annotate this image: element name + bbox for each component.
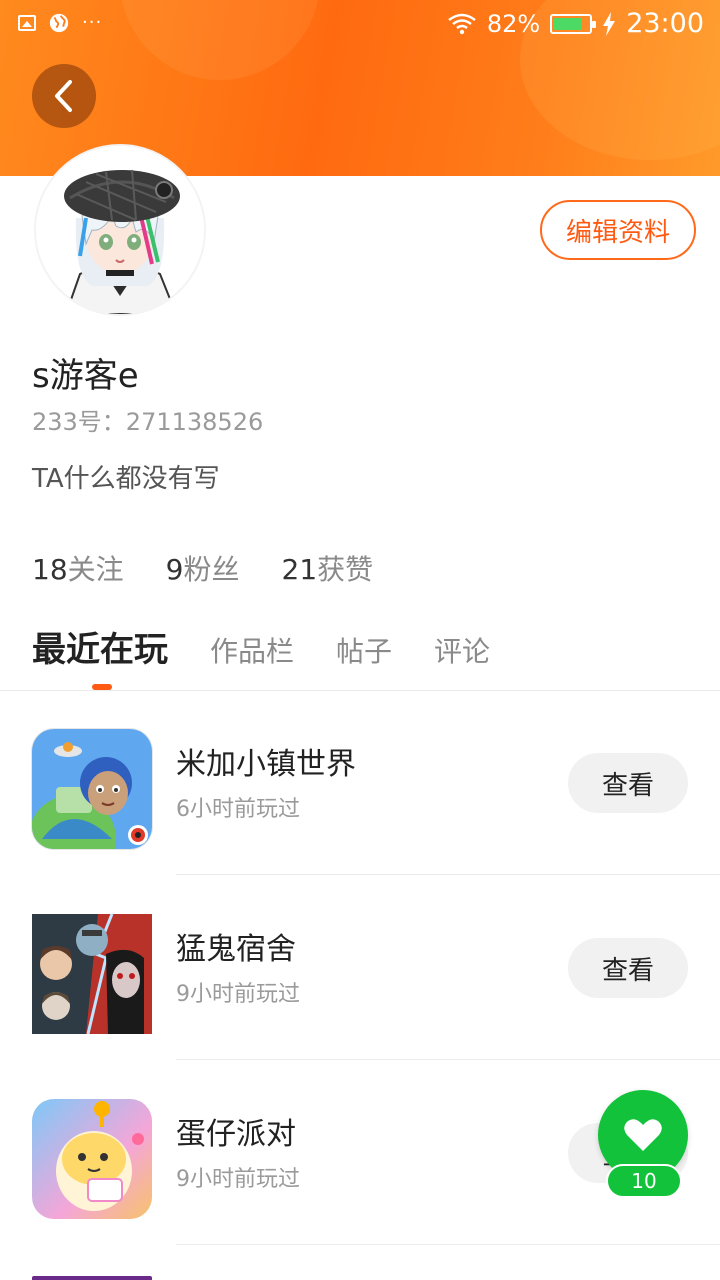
game-name: 猛鬼宿舍 <box>176 932 296 967</box>
divider <box>176 874 720 875</box>
divider <box>176 1244 720 1245</box>
view-button[interactable]: 查看 <box>568 753 688 813</box>
game-name: 米加小镇世界 <box>176 747 356 782</box>
list-item[interactable]: 猛鬼宿舍 9小时前玩过 查看 <box>0 876 720 1060</box>
chevron-left-icon <box>55 80 72 112</box>
list-item[interactable]: 米加小镇世界 6小时前玩过 查看 <box>0 691 720 875</box>
avatar[interactable] <box>36 146 204 314</box>
tab-comments[interactable]: 评论 <box>434 630 490 670</box>
tab-recently-played[interactable]: 最近在玩 <box>32 622 168 671</box>
game-icon-partial <box>32 1276 152 1280</box>
username: s游客e <box>32 356 139 396</box>
more-notifications-icon: ··· <box>82 12 103 33</box>
bio: TA什么都没有写 <box>32 464 220 494</box>
charging-icon <box>603 11 616 36</box>
game-name: 蛋仔派对 <box>176 1117 296 1152</box>
image-notification-icon <box>18 15 36 31</box>
battery-icon <box>550 13 597 34</box>
like-count-badge: 10 <box>606 1164 682 1198</box>
tab-posts[interactable]: 帖子 <box>336 630 392 670</box>
avatar-image <box>36 146 204 314</box>
heart-icon <box>624 1119 662 1151</box>
game-icon-haunted-dorm <box>32 914 152 1034</box>
view-button[interactable]: 查看 <box>568 938 688 998</box>
last-played-time: 6小时前玩过 <box>176 797 300 822</box>
stat-likes[interactable]: 21获赞 <box>282 548 374 588</box>
divider <box>176 1059 720 1060</box>
profile-tabs: 最近在玩 作品栏 帖子 评论 <box>32 622 532 671</box>
last-played-time: 9小时前玩过 <box>176 1167 300 1192</box>
stats-bar: 18关注 9粉丝 21获赞 <box>32 548 373 588</box>
battery-percentage: 82% <box>486 9 541 38</box>
edit-profile-button[interactable]: 编辑资料 <box>540 200 696 260</box>
stat-following[interactable]: 18关注 <box>32 548 124 588</box>
stat-fans[interactable]: 9粉丝 <box>166 548 240 588</box>
game-icon-eggy-party <box>32 1099 152 1219</box>
wifi-icon <box>448 13 476 34</box>
user-id: 233号：271138526 <box>32 408 264 436</box>
last-played-time: 9小时前玩过 <box>176 982 300 1007</box>
back-button[interactable] <box>32 64 96 128</box>
globe-icon <box>49 13 69 33</box>
tab-works[interactable]: 作品栏 <box>210 630 294 670</box>
clock: 23:00 <box>626 8 704 39</box>
game-icon-toca-world <box>32 729 152 849</box>
status-bar: ··· 82% 23:00 <box>0 0 720 48</box>
